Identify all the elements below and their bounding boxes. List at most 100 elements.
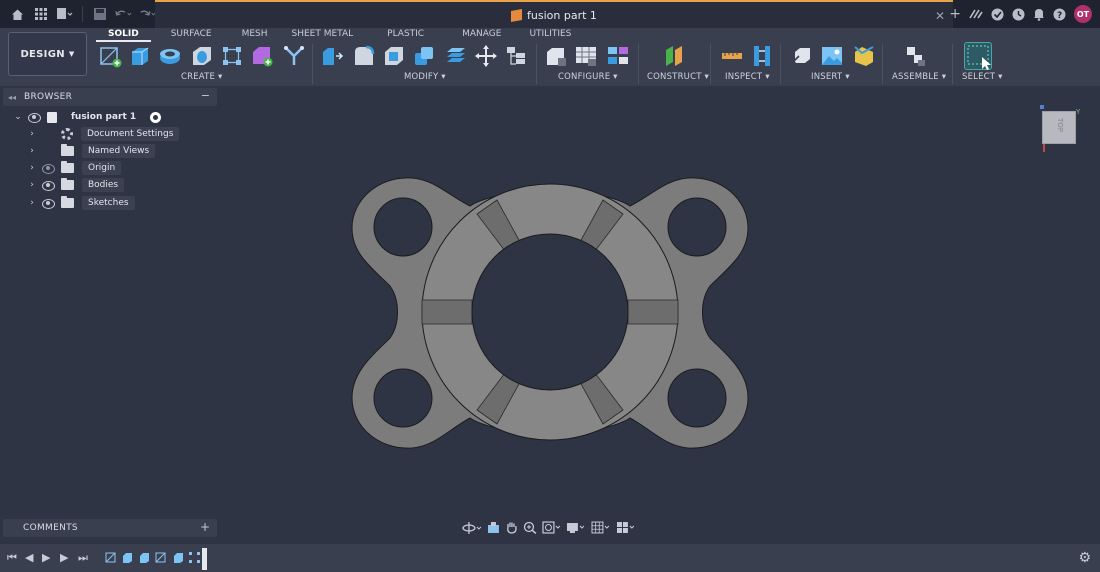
- new-tab-icon[interactable]: +: [949, 6, 961, 22]
- go-to-end-icon[interactable]: ⏭: [78, 551, 88, 565]
- pan-hand-icon[interactable]: [505, 521, 518, 534]
- tree-item-origin[interactable]: › Origin: [27, 160, 122, 176]
- add-comment-icon[interactable]: +: [200, 520, 210, 534]
- modify-group-label[interactable]: MODIFY ▾: [404, 72, 446, 82]
- configure-group-label[interactable]: CONFIGURE ▾: [558, 72, 618, 82]
- save-icon[interactable]: [91, 5, 109, 23]
- timeline-extrude-icon[interactable]: [138, 551, 151, 564]
- shell-icon[interactable]: [382, 44, 406, 68]
- new-component-icon[interactable]: [904, 44, 928, 68]
- combine-icon[interactable]: [412, 44, 436, 68]
- create-sketch-icon[interactable]: [98, 44, 122, 68]
- tab-manage[interactable]: MANAGE: [450, 28, 513, 42]
- interference-icon[interactable]: [750, 44, 774, 68]
- step-forward-icon[interactable]: ▶: [60, 551, 68, 564]
- comments-panel-header[interactable]: COMMENTS +: [3, 519, 217, 537]
- select-icon[interactable]: [964, 42, 992, 70]
- fillet-icon[interactable]: [352, 44, 376, 68]
- file-menu-icon[interactable]: [56, 5, 74, 23]
- step-back-icon[interactable]: ◀: [25, 551, 33, 564]
- timeline-marker[interactable]: [202, 548, 207, 570]
- hidden-eye-icon[interactable]: [41, 163, 55, 174]
- insert-label-text: INSERT: [811, 72, 843, 82]
- configure-rules-icon[interactable]: [574, 44, 598, 68]
- clock-icon[interactable]: [1012, 8, 1025, 21]
- insert-mcmaster-icon[interactable]: [852, 44, 876, 68]
- visibility-eye-icon[interactable]: [41, 180, 55, 191]
- visibility-eye-icon[interactable]: [41, 198, 55, 209]
- extensions-icon[interactable]: [969, 8, 983, 20]
- browser-panel-header[interactable]: ◂◂ BROWSER −: [3, 88, 217, 106]
- press-pull-icon[interactable]: [320, 44, 344, 68]
- rectangular-pattern-icon[interactable]: [220, 44, 244, 68]
- avatar[interactable]: OT: [1074, 5, 1092, 23]
- help-icon[interactable]: ?: [1053, 8, 1066, 21]
- inspect-group-label[interactable]: INSPECT ▾: [725, 72, 770, 82]
- tab-solid[interactable]: SOLID: [96, 28, 151, 42]
- notifications-icon[interactable]: [1033, 8, 1045, 21]
- tree-item-bodies[interactable]: › Bodies: [27, 177, 125, 193]
- visibility-eye-icon[interactable]: [27, 112, 41, 123]
- chevron-right-icon[interactable]: ›: [27, 146, 37, 156]
- change-parameters-icon[interactable]: [504, 44, 528, 68]
- timeline-sketch-icon[interactable]: [105, 551, 118, 564]
- insert-group-label[interactable]: INSERT ▾: [811, 72, 850, 82]
- tab-utilities[interactable]: UTILITIES: [517, 28, 583, 42]
- play-icon[interactable]: ▶: [42, 551, 50, 564]
- document-tab[interactable]: fusion part 1 ✕: [155, 0, 953, 28]
- chevron-right-icon[interactable]: ›: [27, 163, 37, 173]
- tab-mesh[interactable]: MESH: [230, 28, 280, 42]
- timeline-sketch-icon[interactable]: [155, 551, 168, 564]
- tree-item-document-settings[interactable]: › Document Settings: [27, 126, 180, 142]
- display-settings-icon[interactable]: [566, 521, 586, 534]
- go-to-start-icon[interactable]: ⏮: [7, 551, 17, 565]
- configure-workflow-icon[interactable]: [606, 44, 630, 68]
- viewports-icon[interactable]: [616, 521, 636, 534]
- fit-icon[interactable]: [541, 521, 562, 534]
- grid-settings-icon[interactable]: [591, 521, 611, 534]
- offset-plane-icon[interactable]: [662, 44, 686, 68]
- gear-icon[interactable]: ⚙: [1078, 550, 1091, 566]
- tab-sheet-metal[interactable]: SHEET METAL: [280, 28, 366, 42]
- revolve-icon[interactable]: [158, 44, 182, 68]
- viewcube[interactable]: TOP: [1042, 111, 1076, 144]
- extrude-icon[interactable]: [128, 44, 152, 68]
- close-tab-icon[interactable]: ✕: [935, 9, 945, 23]
- home-icon[interactable]: [8, 5, 26, 23]
- assemble-group-label[interactable]: ASSEMBLE ▾: [892, 72, 946, 82]
- orbit-icon[interactable]: [462, 521, 482, 535]
- chevron-right-icon[interactable]: ›: [27, 180, 37, 190]
- chevron-right-icon[interactable]: ›: [27, 198, 37, 208]
- undo-icon[interactable]: [115, 5, 133, 23]
- timeline-extrude-icon[interactable]: [121, 551, 134, 564]
- workspace-switcher-button[interactable]: DESIGN ▼: [8, 32, 87, 76]
- zoom-icon[interactable]: [523, 521, 537, 534]
- create-form-icon[interactable]: [250, 44, 274, 68]
- hole-icon[interactable]: [190, 44, 214, 68]
- chevron-down-icon[interactable]: ⌄: [13, 112, 23, 122]
- construct-group-label[interactable]: CONSTRUCT ▾: [647, 72, 709, 82]
- chevron-right-icon[interactable]: ›: [27, 129, 37, 139]
- tab-surface[interactable]: SURFACE: [159, 28, 224, 42]
- timeline-pattern-icon[interactable]: [188, 551, 201, 564]
- insert-derive-icon[interactable]: [790, 44, 814, 68]
- move-copy-icon[interactable]: [474, 44, 498, 68]
- look-at-icon[interactable]: [487, 521, 500, 534]
- tree-item-sketches[interactable]: › Sketches: [27, 195, 135, 211]
- derive-icon[interactable]: [282, 44, 306, 68]
- tree-item-named-views[interactable]: › Named Views: [27, 143, 156, 159]
- timeline-extrude-icon[interactable]: [172, 551, 185, 564]
- job-status-icon[interactable]: [991, 8, 1004, 21]
- minimize-icon[interactable]: −: [201, 89, 210, 102]
- select-group-label[interactable]: SELECT ▾: [962, 72, 1003, 82]
- create-group-label[interactable]: CREATE ▾: [181, 72, 223, 82]
- measure-icon[interactable]: [720, 44, 744, 68]
- collapse-panel-icon[interactable]: ◂◂: [8, 93, 16, 102]
- apps-grid-icon[interactable]: [32, 5, 50, 23]
- active-component-radio[interactable]: [150, 111, 162, 123]
- insert-canvas-icon[interactable]: [820, 44, 844, 68]
- tree-root[interactable]: ⌄ fusion part 1: [13, 109, 162, 125]
- configure-table-icon[interactable]: [544, 44, 568, 68]
- tab-plastic[interactable]: PLASTIC: [375, 28, 436, 42]
- offset-face-icon[interactable]: [444, 44, 468, 68]
